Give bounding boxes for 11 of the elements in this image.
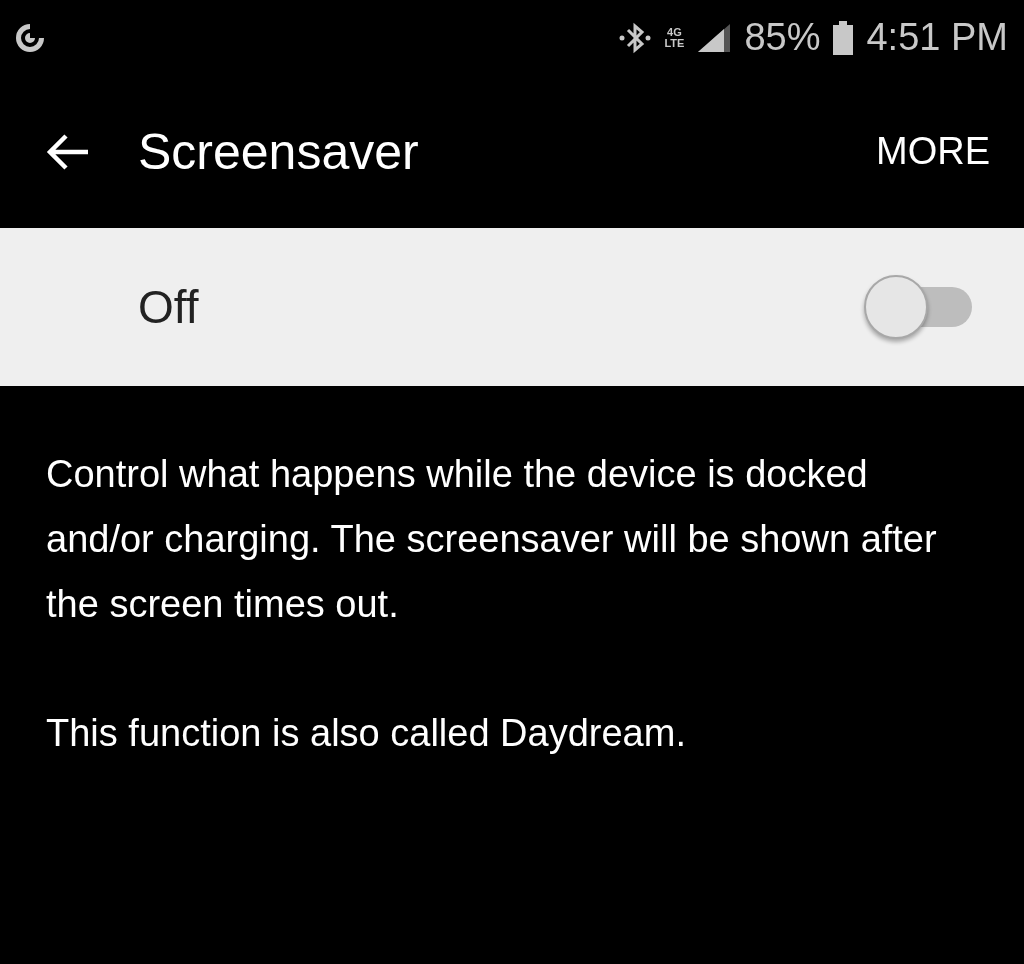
page-title: Screensaver — [138, 122, 420, 181]
toggle-switch[interactable] — [864, 275, 972, 339]
network-type-label: 4G LTE — [664, 26, 685, 49]
switch-label: Off — [138, 280, 199, 334]
description-text: Control what happens while the device is docked and/or charging. The screensaver will be shown after the screen times out. — [46, 452, 938, 627]
more-button[interactable]: MORE — [876, 130, 990, 173]
signal-icon — [696, 21, 733, 54]
battery-icon — [832, 20, 855, 55]
battery-percentage: 85% — [744, 16, 821, 59]
description-text: This function is also called Daydream. — [46, 711, 687, 756]
clock: 4:51 PM — [866, 16, 1008, 59]
